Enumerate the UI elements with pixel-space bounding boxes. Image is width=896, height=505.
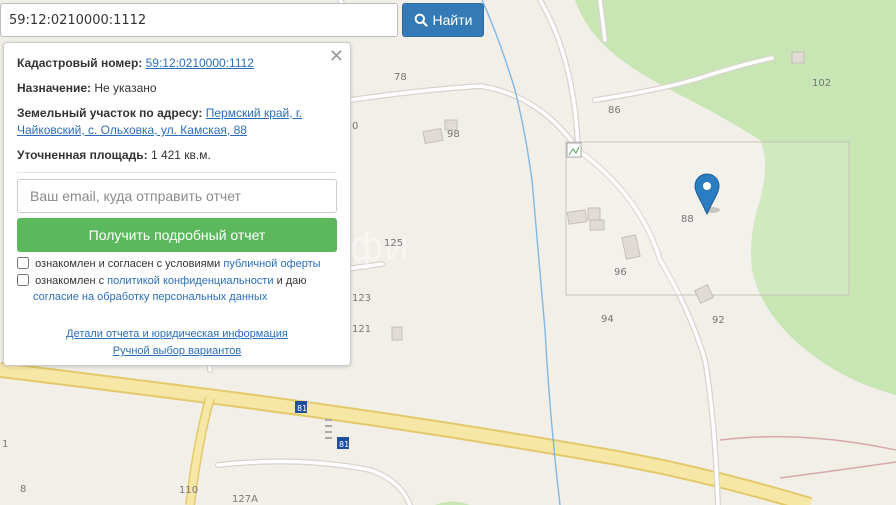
privacy-policy-link[interactable]: политикой конфиденциальности	[107, 275, 273, 287]
manual-selection-link[interactable]: Ручной выбор вариантов	[4, 344, 350, 358]
svg-text:81: 81	[297, 404, 307, 413]
house-number: 94	[601, 314, 614, 325]
house-number: 8	[20, 484, 26, 495]
house-number: 127А	[232, 494, 258, 505]
search-button[interactable]: Найти	[402, 3, 484, 37]
house-number: 0	[352, 121, 358, 132]
house-number: 98	[447, 129, 460, 140]
privacy-consent-prefix: ознакомлен с	[35, 275, 105, 287]
offer-consent-row: ознакомлен и согласен с условиями публич…	[17, 256, 340, 272]
area-value: 1 421 кв.м.	[150, 148, 211, 162]
house-number: 78	[394, 72, 407, 83]
search-button-label: Найти	[432, 12, 473, 28]
divider	[17, 172, 337, 173]
area-row: Уточненная площадь: 1 421 кв.м.	[17, 147, 330, 164]
path-track	[719, 435, 896, 451]
parcel-boundary[interactable]	[565, 141, 850, 296]
purpose-label: Назначение:	[17, 81, 92, 95]
house-number: 88	[681, 214, 694, 225]
house-number: 96	[614, 267, 627, 278]
report-details-link[interactable]: Детали отчета и юридическая информация	[4, 327, 350, 341]
house-number: 123	[352, 293, 371, 304]
svg-text:81: 81	[339, 440, 349, 449]
road-sign: 81	[337, 437, 349, 449]
close-icon[interactable]: ✕	[329, 47, 344, 67]
cadastral-number-row: Кадастровый номер: 59:12:0210000:1112	[17, 55, 330, 72]
offer-consent-checkbox[interactable]	[17, 257, 29, 269]
cadastral-number-link[interactable]: 59:12:0210000:1112	[146, 56, 254, 70]
cadastral-search-input[interactable]	[0, 3, 398, 37]
house-number: 110	[179, 485, 198, 496]
address-row: Земельный участок по адресу: Пермский кр…	[17, 105, 330, 139]
house-number: 121	[352, 324, 371, 335]
purpose-value: Не указано	[94, 81, 157, 95]
cadastral-label: Кадастровый номер:	[17, 56, 143, 70]
email-field[interactable]	[17, 179, 337, 213]
house-number: 1	[2, 439, 8, 450]
privacy-consent-middle: и даю	[276, 275, 307, 287]
house-number: 125	[384, 238, 403, 249]
personal-data-link[interactable]: согласие на обработку персональных данны…	[33, 291, 267, 303]
road-sign: 81	[295, 401, 307, 413]
offer-consent-text: ознакомлен и согласен с условиями	[35, 258, 221, 270]
privacy-consent-checkbox[interactable]	[17, 274, 29, 286]
house-number: 92	[712, 315, 725, 326]
search-icon	[414, 13, 428, 27]
area-label: Уточненная площадь:	[17, 148, 148, 162]
get-report-button[interactable]: Получить подробный отчет	[17, 218, 337, 252]
purpose-row: Назначение: Не указано	[17, 80, 330, 97]
house-number: 86	[608, 105, 621, 116]
public-offer-link[interactable]: публичной оферты	[223, 258, 320, 270]
address-label: Земельный участок по адресу:	[17, 106, 203, 120]
get-report-label: Получить подробный отчет	[88, 227, 266, 243]
privacy-consent-row: ознакомлен с политикой конфиденциальност…	[17, 273, 340, 305]
parcel-info-panel: ✕ Кадастровый номер: 59:12:0210000:1112 …	[3, 42, 351, 366]
house-number: 102	[812, 78, 831, 89]
park-patch	[435, 501, 470, 505]
